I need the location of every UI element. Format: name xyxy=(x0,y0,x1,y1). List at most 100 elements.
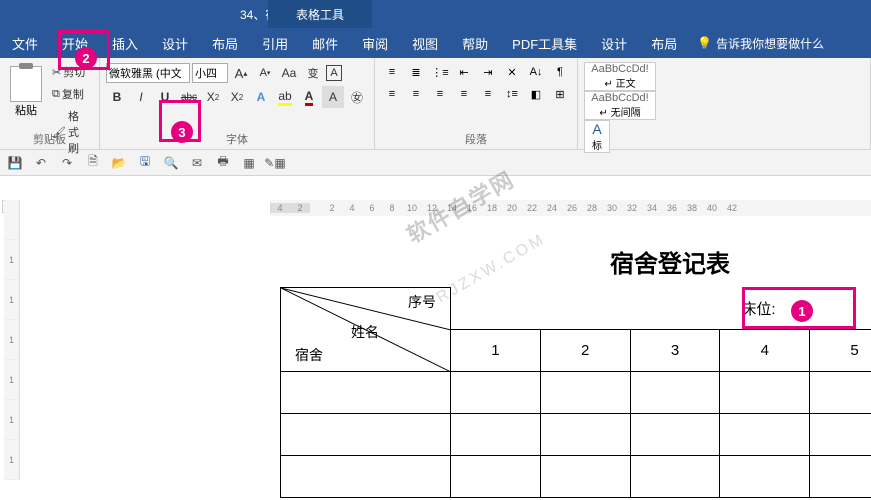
highlight-color-button[interactable]: ab xyxy=(274,86,296,108)
increase-indent-button[interactable]: ⇥ xyxy=(477,62,499,82)
table-button[interactable]: ▦ xyxy=(240,154,258,172)
menu-file[interactable]: 文件 xyxy=(0,28,50,58)
align-center-button[interactable]: ≡ xyxy=(405,84,427,104)
table-cell[interactable] xyxy=(540,456,630,498)
change-case-button[interactable]: Aa xyxy=(278,62,300,84)
table-cell[interactable] xyxy=(540,414,630,456)
paste-button[interactable]: 粘贴 xyxy=(6,62,46,134)
menu-references[interactable]: 引用 xyxy=(250,28,300,58)
menu-table-design[interactable]: 设计 xyxy=(589,28,639,58)
enclose-char-button[interactable]: ㊛ xyxy=(346,86,368,108)
ruler-htick: 8 xyxy=(382,203,402,213)
font-color-button[interactable]: A xyxy=(298,86,320,108)
print-preview-button[interactable]: 🔍 xyxy=(162,154,180,172)
subscript-button[interactable]: X2 xyxy=(202,86,224,108)
draw-table-button[interactable]: ✎▦ xyxy=(266,154,284,172)
menu-mailings[interactable]: 邮件 xyxy=(300,28,350,58)
menu-help[interactable]: 帮助 xyxy=(450,28,500,58)
style-nospacing[interactable]: AaBbCcDd! ↵ 无间隔 xyxy=(584,91,656,120)
numbering-button[interactable]: ≣ xyxy=(405,62,427,82)
column-header[interactable]: 1 xyxy=(451,330,541,372)
diagonal-header-cell[interactable]: 序号 姓名 宿舍 xyxy=(281,288,451,372)
bold-button[interactable]: B xyxy=(106,86,128,108)
table-cell[interactable] xyxy=(451,456,541,498)
copy-button[interactable]: ⧉ 复制 xyxy=(48,84,93,104)
save-button[interactable]: 💾 xyxy=(6,154,24,172)
ruler-htick: 36 xyxy=(662,203,682,213)
column-header[interactable]: 2 xyxy=(540,330,630,372)
vertical-ruler[interactable]: 1 1 1 1 1 1 xyxy=(4,200,20,480)
style-normal[interactable]: AaBbCcDd! ↵ 正文 xyxy=(584,62,656,91)
table-cell[interactable] xyxy=(281,414,451,456)
tell-me-label: 告诉我你想要做什么 xyxy=(716,35,824,52)
table-cell[interactable] xyxy=(281,456,451,498)
multilevel-button[interactable]: ⋮≡ xyxy=(429,62,451,82)
ruler-htick: 2 xyxy=(322,203,342,213)
table-cell[interactable] xyxy=(451,372,541,414)
shrink-font-button[interactable]: A▾ xyxy=(254,62,276,84)
table-cell[interactable] xyxy=(720,456,810,498)
ruler-vtick: 1 xyxy=(4,240,19,280)
tell-me[interactable]: 💡 告诉我你想要做什么 xyxy=(697,35,824,52)
menu-view[interactable]: 视图 xyxy=(400,28,450,58)
table-cell[interactable] xyxy=(540,372,630,414)
style-heading1[interactable]: A 标 xyxy=(584,120,610,153)
shading-button[interactable]: ◧ xyxy=(525,84,547,104)
asian-layout-button[interactable]: ✕ xyxy=(501,62,523,82)
print-button[interactable]: 🖶 xyxy=(214,154,232,172)
table-cell[interactable] xyxy=(630,414,720,456)
char-shading-button[interactable]: A xyxy=(322,86,344,108)
annotation-box-3: 3 xyxy=(159,100,201,142)
open-button[interactable]: 📂 xyxy=(110,154,128,172)
horizontal-ruler[interactable]: 4 2 2 4 6 8 10 12 14 16 18 20 22 24 26 2… xyxy=(270,200,871,216)
mail-button[interactable]: ✉ xyxy=(188,154,206,172)
decrease-indent-button[interactable]: ⇤ xyxy=(453,62,475,82)
table-cell[interactable] xyxy=(810,414,871,456)
font-name-select[interactable] xyxy=(106,63,190,83)
font-size-select[interactable] xyxy=(192,63,228,83)
grow-font-button[interactable]: A▴ xyxy=(230,62,252,84)
justify-button[interactable]: ≡ xyxy=(453,84,475,104)
text-effects-button[interactable]: A xyxy=(250,86,272,108)
menu-pdf[interactable]: PDF工具集 xyxy=(500,28,589,58)
menu-design[interactable]: 设计 xyxy=(150,28,200,58)
table-cell[interactable] xyxy=(630,372,720,414)
char-border-button[interactable]: A xyxy=(326,65,342,81)
table-cell[interactable] xyxy=(810,456,871,498)
borders-button[interactable]: ⊞ xyxy=(549,84,571,104)
table-cell[interactable] xyxy=(281,372,451,414)
ruler-vtick: 1 xyxy=(4,360,19,400)
table-cell[interactable] xyxy=(451,414,541,456)
style-nospacing-preview: AaBbCcDd! xyxy=(591,92,648,104)
table-row xyxy=(281,414,871,456)
save-as-button[interactable]: 🖫 xyxy=(136,154,154,172)
menu-bar: 文件 开始 插入 设计 布局 引用 邮件 审阅 视图 帮助 PDF工具集 设计 … xyxy=(0,28,871,58)
table-tools-tab[interactable]: 表格工具 xyxy=(268,0,372,28)
align-left-button[interactable]: ≡ xyxy=(381,84,403,104)
table-cell[interactable] xyxy=(720,372,810,414)
bullets-button[interactable]: ≡ xyxy=(381,62,403,82)
document-area[interactable]: 宿舍登记表 序号 姓名 宿舍 床位: 1 2 3 xyxy=(220,224,871,500)
diag-seq-label: 序号 xyxy=(408,292,436,312)
line-spacing-button[interactable]: ↕≡ xyxy=(501,84,523,104)
menu-layout[interactable]: 布局 xyxy=(200,28,250,58)
align-right-button[interactable]: ≡ xyxy=(429,84,451,104)
table-row xyxy=(281,372,871,414)
column-header[interactable]: 5 xyxy=(810,330,871,372)
phonetic-guide-button[interactable]: 变 xyxy=(302,62,324,84)
paste-icon xyxy=(10,66,42,102)
document-heading[interactable]: 宿舍登记表 xyxy=(440,244,871,279)
superscript-button[interactable]: X2 xyxy=(226,86,248,108)
sort-button[interactable]: A↓ xyxy=(525,62,547,82)
ruler-vtick: 1 xyxy=(4,320,19,360)
column-header[interactable]: 4 xyxy=(720,330,810,372)
italic-button[interactable]: I xyxy=(130,86,152,108)
column-header[interactable]: 3 xyxy=(630,330,720,372)
table-cell[interactable] xyxy=(630,456,720,498)
table-cell[interactable] xyxy=(810,372,871,414)
table-cell[interactable] xyxy=(720,414,810,456)
menu-review[interactable]: 审阅 xyxy=(350,28,400,58)
menu-table-layout[interactable]: 布局 xyxy=(639,28,689,58)
show-marks-button[interactable]: ¶ xyxy=(549,62,571,82)
distributed-button[interactable]: ≡ xyxy=(477,84,499,104)
